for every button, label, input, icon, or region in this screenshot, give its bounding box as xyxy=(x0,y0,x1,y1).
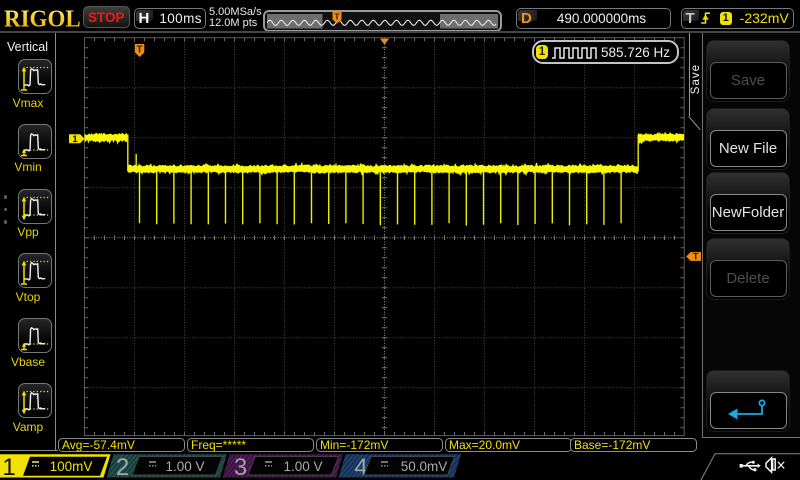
svg-text:1.00 V: 1.00 V xyxy=(165,459,204,474)
svg-text:3: 3 xyxy=(234,454,247,480)
svg-text:50.0mV: 50.0mV xyxy=(401,459,448,474)
svg-text:T: T xyxy=(334,11,340,21)
svg-text:T: T xyxy=(693,251,699,261)
svg-text:100mV: 100mV xyxy=(50,459,93,474)
svg-text:1: 1 xyxy=(72,134,78,145)
svg-text:T: T xyxy=(137,45,143,56)
svg-text:1: 1 xyxy=(2,454,15,480)
svg-text:1.00 V: 1.00 V xyxy=(283,459,322,474)
svg-text:4: 4 xyxy=(354,454,367,480)
svg-text:2: 2 xyxy=(116,454,129,480)
